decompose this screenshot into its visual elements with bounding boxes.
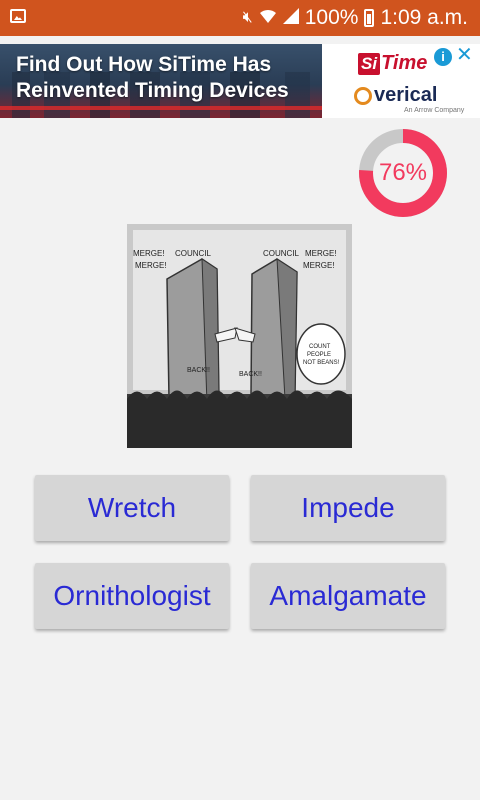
cartoon-text-council-right: COUNCIL <box>263 249 300 258</box>
ad-headline-line1: Find Out How SiTime Has <box>16 53 272 76</box>
verical-logo: verical <box>354 84 437 107</box>
verical-tagline: An Arrow Company <box>404 107 465 114</box>
signal-icon <box>282 8 299 28</box>
progress-ring: 76% <box>358 128 448 218</box>
image-icon <box>10 9 26 23</box>
ad-info-icon[interactable]: i <box>434 48 452 66</box>
cartoon-text-council-left: COUNCIL <box>175 249 212 258</box>
cartoon-text-count3: NOT BEANS! <box>303 360 340 366</box>
ad-close-icon[interactable]: ✕ <box>456 44 473 66</box>
answer-button-2[interactable]: Impede <box>251 475 445 541</box>
ad-banner[interactable]: Find Out How SiTime Has Reinvented Timin… <box>0 44 480 118</box>
cartoon-text-back-right: BACK!! <box>239 371 262 378</box>
ad-accent-line <box>0 106 322 110</box>
status-bar: 🔇︎ 100% 1:09 a.m. <box>0 0 480 36</box>
cartoon-text-count2: PEOPLE <box>307 352 331 358</box>
mute-icon: 🔇︎ <box>242 9 253 26</box>
progress-percent: 76% <box>378 159 428 186</box>
question-image: MERGE! MERGE! COUNCIL COUNCIL MERGE! MER… <box>127 224 352 448</box>
verical-mark-icon <box>354 86 372 105</box>
ad-headline: Find Out How SiTime Has Reinvented Timin… <box>16 52 289 104</box>
answer-button-4[interactable]: Amalgamate <box>251 563 445 629</box>
cartoon-text-merge-right2: MERGE! <box>303 261 335 270</box>
ad-headline-line2: Reinvented Timing Devices <box>16 79 289 102</box>
cartoon-text-back-left: BACK!! <box>187 367 210 374</box>
cartoon-text-count1: COUNT <box>309 344 331 350</box>
battery-charging-icon <box>364 9 375 27</box>
cartoon-text-merge-left: MERGE! <box>133 249 165 258</box>
clock: 1:09 a.m. <box>380 6 468 29</box>
sitime-logo: Si Time <box>358 52 427 75</box>
answer-button-1[interactable]: Wretch <box>35 475 229 541</box>
cartoon-text-merge-left2: MERGE! <box>135 261 167 270</box>
status-icons: 🔇︎ 100% 1:09 a.m. <box>243 0 468 36</box>
cartoon-text-merge-right: MERGE! <box>305 249 337 258</box>
answer-button-3[interactable]: Ornithologist <box>35 563 229 629</box>
ad-image: Find Out How SiTime Has Reinvented Timin… <box>0 44 322 118</box>
battery-percent: 100% <box>304 6 359 29</box>
cartoon-illustration: MERGE! MERGE! COUNCIL COUNCIL MERGE! MER… <box>127 224 352 448</box>
wifi-icon <box>259 8 277 28</box>
